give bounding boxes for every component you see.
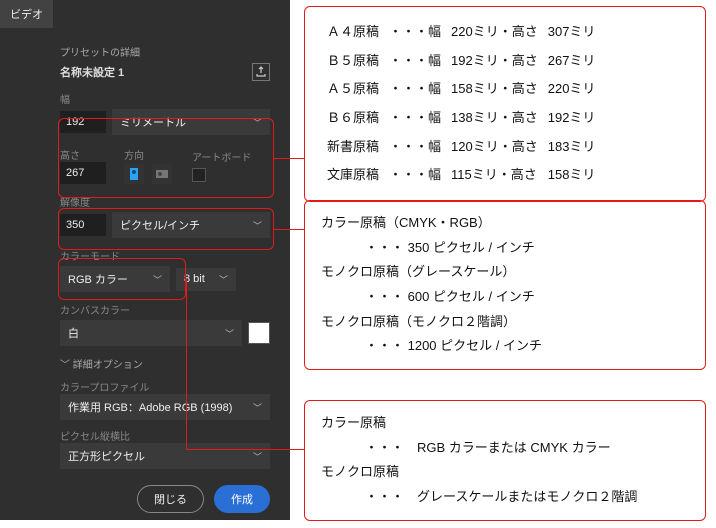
export-preset-icon[interactable] xyxy=(252,63,270,81)
width-label: 幅 xyxy=(60,91,270,106)
preset-detail-label: プリセットの詳細 xyxy=(60,44,270,59)
info-line: ・・・ 600 ピクセル / インチ xyxy=(321,285,689,310)
color-profile-select[interactable]: 作業用 RGB：Adobe RGB (1998)﹀ xyxy=(60,394,270,420)
info-line: ・・・ RGB カラーまたは CMYK カラー xyxy=(321,436,689,461)
info-sizes: Ａ４原稿・・・幅220ミリ・高さ307ミリＢ５原稿・・・幅192ミリ・高さ267… xyxy=(304,6,706,202)
info-line: モノクロ原稿（グレースケール） xyxy=(321,260,689,285)
info-resolution: カラー原稿（CMYK・RGB） ・・・ 350 ピクセル / インチ モノクロ原… xyxy=(304,200,706,370)
connector-size xyxy=(274,158,304,159)
pixel-ratio-label: ピクセル縦横比 xyxy=(60,428,270,443)
advanced-options-toggle[interactable]: ﹀ 詳細オプション xyxy=(60,356,270,371)
close-button[interactable]: 閉じる xyxy=(137,485,204,513)
info-line: ・・・ グレースケールまたはモノクロ２階調 xyxy=(321,485,689,510)
preset-name: 名称未設定 1 xyxy=(60,64,124,80)
chevron-down-icon: ﹀ xyxy=(253,450,262,463)
info-line: モノクロ原稿 xyxy=(321,460,689,485)
table-row: Ｂ５原稿・・・幅192ミリ・高さ267ミリ xyxy=(323,48,599,75)
table-row: Ａ４原稿・・・幅220ミリ・高さ307ミリ xyxy=(323,19,599,46)
chevron-down-icon: ﹀ xyxy=(219,273,228,286)
info-line: モノクロ原稿（モノクロ２階調） xyxy=(321,310,689,335)
callout-size xyxy=(58,118,274,198)
connector-res xyxy=(274,229,304,230)
size-table: Ａ４原稿・・・幅220ミリ・高さ307ミリＢ５原稿・・・幅192ミリ・高さ267… xyxy=(321,17,601,191)
table-row: Ｂ６原稿・・・幅138ミリ・高さ192ミリ xyxy=(323,105,599,132)
info-line: カラー原稿（CMYK・RGB） xyxy=(321,211,689,236)
table-row: Ａ５原稿・・・幅158ミリ・高さ220ミリ xyxy=(323,76,599,103)
canvas-color-swatch[interactable] xyxy=(248,322,270,344)
info-color-mode: カラー原稿 ・・・ RGB カラーまたは CMYK カラー モノクロ原稿 ・・・… xyxy=(304,400,706,521)
tab-video[interactable]: ビデオ xyxy=(0,0,53,28)
canvas-color-select[interactable]: 白﹀ xyxy=(60,320,242,346)
create-button[interactable]: 作成 xyxy=(214,485,270,513)
connector-mode-h xyxy=(186,449,304,450)
table-row: 文庫原稿・・・幅115ミリ・高さ158ミリ xyxy=(323,162,599,189)
callout-resolution xyxy=(58,208,274,250)
canvas-color-label: カンバスカラー xyxy=(60,302,270,317)
info-line: ・・・ 350 ピクセル / インチ xyxy=(321,236,689,261)
connector-mode-v xyxy=(186,279,187,449)
table-row: 新書原稿・・・幅120ミリ・高さ183ミリ xyxy=(323,134,599,161)
pixel-ratio-select[interactable]: 正方形ピクセル﹀ xyxy=(60,443,270,469)
info-line: カラー原稿 xyxy=(321,411,689,436)
chevron-down-icon: ﹀ xyxy=(225,327,234,340)
info-line: ・・・ 1200 ピクセル / インチ xyxy=(321,334,689,359)
callout-color-mode xyxy=(58,258,186,300)
color-profile-label: カラープロファイル xyxy=(60,379,270,394)
chevron-down-icon: ﹀ xyxy=(253,401,262,414)
